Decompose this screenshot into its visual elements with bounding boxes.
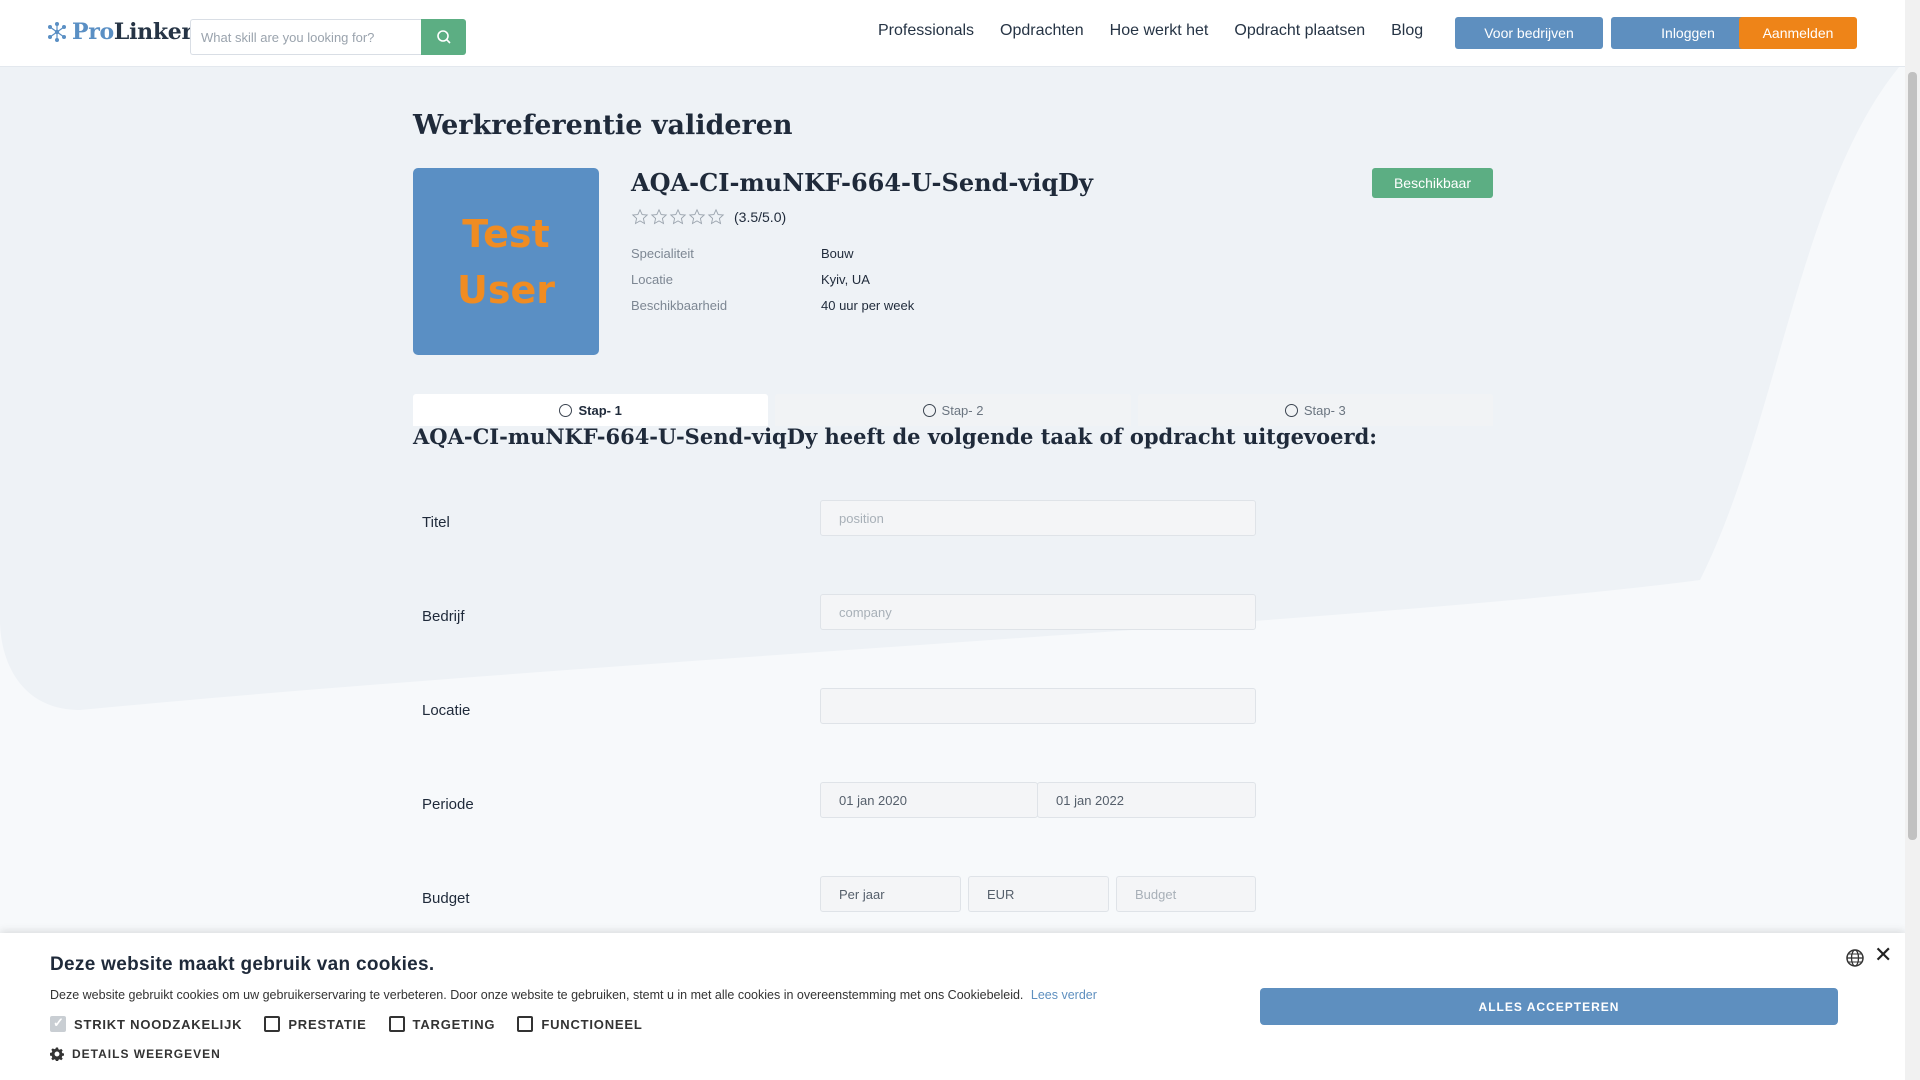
logo-text-linker: Linker [113,19,193,45]
form-row-bedrijf: Bedrijf [413,594,1493,634]
checkbox[interactable] [517,1016,534,1032]
detail-value: 40 uur per week [821,297,915,313]
nav-opdracht-plaatsen[interactable]: Opdracht plaatsen [1234,22,1365,40]
profile-card: Test User AQA-CI-muNKF-664-U-Send-viqDy … [413,168,1493,358]
logo-text-pro: Pro [72,19,114,45]
cookie-description: Deze website gebruikt cookies om uw gebr… [50,988,1024,1002]
check-prestatie[interactable]: PRESTATIE [264,1016,366,1032]
check-strict[interactable]: STRIKT NOODZAKELIJK [50,1015,243,1032]
profile-details: Specialiteit Bouw Locatie Kyiv, UA Besch… [631,240,914,318]
checkbox[interactable] [264,1016,281,1032]
site-header: ProLinker Professionals Opdrachten Hoe w… [0,0,1905,67]
periode-start-input[interactable] [820,782,1038,818]
read-more-link[interactable]: Lees verder [1031,988,1097,1002]
check-functioneel[interactable]: FUNCTIONEEL [517,1016,642,1032]
globe-icon[interactable] [1845,948,1865,968]
form-row-periode: Periode [413,782,1493,822]
close-icon[interactable]: ✕ [1874,944,1892,966]
form-row-locatie: Locatie [413,688,1493,728]
radio-icon [1284,403,1298,417]
radio-icon [559,403,573,417]
scrollbar[interactable] [1905,0,1920,1080]
section-title: AQA-CI-muNKF-664-U-Send-viqDy heeft de v… [413,424,1378,449]
signup-button[interactable]: Aanmelden [1739,17,1857,49]
locatie-label: Locatie [422,702,471,719]
gear-icon [50,1047,64,1061]
form-row-titel: Titel [413,500,1493,540]
details-toggle[interactable]: DETAILS WEERGEVEN [50,1047,221,1061]
cookie-text: Deze website gebruikt cookies om uw gebr… [50,988,1097,1002]
step-tabs: Stap- 1 Stap- 2 Stap- 3 [413,394,1493,426]
nav-hoe-werkt-het[interactable]: Hoe werkt het [1110,22,1209,40]
search-input[interactable] [190,19,421,55]
voor-bedrijven-button[interactable]: Voor bedrijven [1455,17,1603,49]
nav-blog[interactable]: Blog [1391,22,1423,40]
titel-label: Titel [422,514,450,531]
detail-row-locatie: Locatie Kyiv, UA [631,266,914,292]
nav-professionals[interactable]: Professionals [878,22,974,40]
star-icon [707,208,725,225]
budget-label: Budget [422,890,470,907]
rating-text: (3.5/5.0) [734,209,787,225]
cookie-checks: STRIKT NOODZAKELIJK PRESTATIE TARGETING … [50,1015,643,1032]
scrollbar-thumb[interactable] [1908,72,1917,840]
check-label: PRESTATIE [288,1016,367,1032]
avatar-text-line1: Test [462,211,550,256]
detail-label: Locatie [631,271,673,287]
form-row-budget: Budget [413,876,1493,916]
logo[interactable]: ProLinker [46,19,193,45]
detail-value: Bouw [821,245,854,261]
check-label: FUNCTIONEEL [541,1016,643,1032]
star-icon [631,208,649,225]
logo-icon [48,22,66,42]
tab-step-3[interactable]: Stap- 3 [1137,394,1493,426]
titel-input[interactable] [820,500,1256,536]
accept-all-button[interactable]: ALLES ACCEPTEREN [1260,988,1838,1025]
avatar-text-line2: User [457,267,555,312]
detail-value: Kyiv, UA [821,271,870,287]
search-icon [436,30,451,44]
periode-label: Periode [422,796,474,813]
search-bar [190,19,466,55]
avatar: Test User [413,168,599,355]
budget-input[interactable] [1116,876,1256,912]
main-content: Werkreferentie valideren Test User AQA-C… [413,110,1493,912]
check-label: STRIKT NOODZAKELIJK [74,1016,243,1032]
search-button[interactable] [421,19,466,55]
tab-label: Stap- 1 [578,402,622,418]
check-targeting[interactable]: TARGETING [388,1016,496,1032]
nav-opdrachten[interactable]: Opdrachten [1000,22,1084,40]
tab-step-2[interactable]: Stap- 2 [775,394,1131,426]
star-icon [688,208,706,225]
radio-icon [922,403,936,417]
tab-label: Stap- 3 [1303,402,1346,418]
checkbox[interactable] [388,1016,405,1032]
star-icon [669,208,687,225]
details-label: DETAILS WEERGEVEN [72,1047,221,1061]
bedrijf-input[interactable] [820,594,1256,630]
cookie-banner: Deze website maakt gebruik van cookies. … [0,933,1905,1080]
detail-label: Beschikbaarheid [631,297,728,313]
cookie-title: Deze website maakt gebruik van cookies. [50,954,435,975]
budget-currency-select[interactable] [968,876,1109,912]
detail-row-specialiteit: Specialiteit Bouw [631,240,914,266]
periode-end-input[interactable] [1037,782,1256,818]
checkbox-checked[interactable] [50,1015,66,1032]
profile-name: AQA-CI-muNKF-664-U-Send-viqDy [631,168,1093,197]
main-nav: Professionals Opdrachten Hoe werkt het O… [878,22,1423,40]
tab-label: Stap- 2 [941,402,984,418]
status-badge: Beschikbaar [1372,168,1493,198]
bedrijf-label: Bedrijf [422,608,465,625]
star-icon [650,208,668,225]
locatie-input[interactable] [820,688,1256,724]
budget-period-select[interactable] [820,876,961,912]
tab-step-1[interactable]: Stap- 1 [413,394,769,426]
rating: (3.5/5.0) [631,208,786,226]
detail-label: Specialiteit [631,245,694,261]
check-label: TARGETING [412,1016,496,1032]
detail-row-beschikbaarheid: Beschikbaarheid 40 uur per week [631,292,914,318]
page-title: Werkreferentie valideren [413,110,793,141]
